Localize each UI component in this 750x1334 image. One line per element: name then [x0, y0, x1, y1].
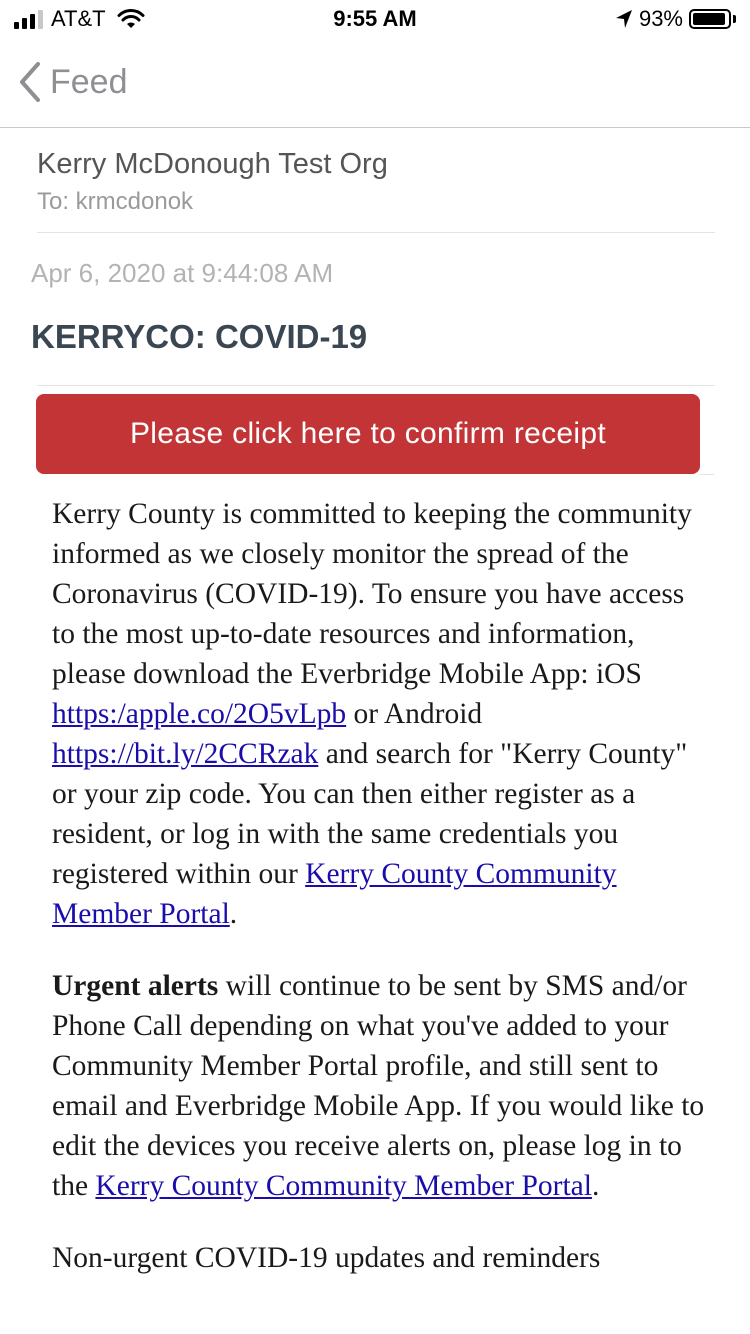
- button-divider: [700, 474, 714, 475]
- urgent-alerts-bold: Urgent alerts: [52, 970, 219, 1002]
- ios-app-link[interactable]: https:/apple.co/2O5vLpb: [52, 698, 346, 730]
- battery-fill: [693, 13, 725, 25]
- message-body: Kerry County is committed to keeping the…: [52, 494, 712, 1310]
- message-subject: KERRYCO: COVID-19: [31, 318, 368, 355]
- chevron-left-icon: [20, 62, 40, 102]
- body-paragraph-2: Urgent alerts will continue to be sent b…: [52, 966, 712, 1206]
- body-paragraph-3-partial: Non-urgent COVID-19 updates and reminder…: [52, 1242, 601, 1274]
- battery-icon: [689, 9, 731, 29]
- nav-bar: Feed: [0, 44, 750, 128]
- p2-text-1: will continue to be sent by SMS and/or P…: [52, 970, 705, 1202]
- back-button[interactable]: Feed: [16, 60, 128, 104]
- battery-percent: 93%: [638, 6, 683, 31]
- message-date: Apr 6, 2020 at 9:44:08 AM: [31, 258, 334, 288]
- p1-text-4: .: [229, 898, 238, 930]
- recipient-line: To: krmcdonok: [37, 188, 194, 215]
- header-divider: [37, 232, 715, 233]
- subject-divider: [37, 385, 715, 386]
- body-paragraph-1: Kerry County is committed to keeping the…: [52, 494, 712, 934]
- p2-text-2: .: [591, 1170, 600, 1202]
- sender-name: Kerry McDonough Test Org: [37, 148, 388, 180]
- location-arrow-icon: [615, 10, 632, 28]
- battery-cap: [733, 15, 736, 23]
- p1-text-1: Kerry County is committed to keeping the…: [52, 498, 692, 690]
- p1-text-2: or Android: [346, 698, 483, 730]
- status-bar: AT&T 9:55 AM 93%: [0, 0, 750, 40]
- confirm-receipt-button[interactable]: Please click here to confirm receipt: [36, 394, 700, 474]
- status-right: 93%: [615, 6, 736, 32]
- back-label: Feed: [50, 62, 128, 101]
- portal-link-2[interactable]: Kerry County Community Member Portal: [95, 1170, 592, 1202]
- android-app-link[interactable]: https://bit.ly/2CCRzak: [52, 738, 318, 770]
